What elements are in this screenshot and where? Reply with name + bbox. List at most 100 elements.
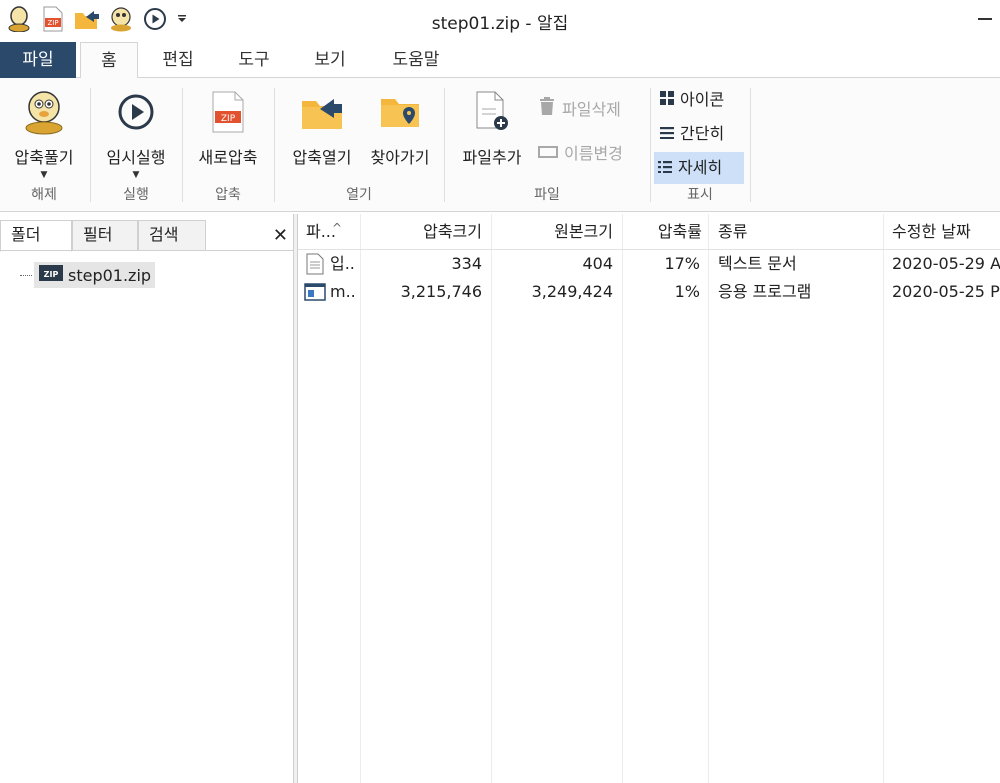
view-simple-label: 간단히 (680, 124, 725, 143)
extract-mascot-icon (20, 88, 68, 136)
list-icon (660, 120, 674, 148)
open-zip-label: 압축열기 (292, 148, 352, 167)
panel-tabs: 폴더 필터 검색 ✕ (0, 220, 294, 252)
view-detail-button[interactable]: 자세히 (654, 152, 744, 184)
group-label-compress: 압축 (215, 187, 241, 203)
extract-label: 압축풀기 (14, 148, 74, 167)
title-bar: ZIP step01.zip - 알집 (0, 0, 1000, 38)
chevron-down-icon: ▼ (132, 170, 140, 180)
compression-ratio: 17% (664, 254, 700, 273)
view-icons-button[interactable]: 아이콘 (656, 86, 728, 114)
goto-label: 찾아가기 (370, 148, 430, 167)
add-file-button[interactable]: 파일추가 (454, 88, 530, 168)
file-type: 응용 프로그램 (718, 282, 812, 301)
folder-location-icon (376, 88, 424, 136)
application-icon (304, 278, 328, 306)
close-icon[interactable]: ✕ (273, 225, 288, 246)
original-size: 3,249,424 (531, 282, 613, 301)
rename-icon (538, 140, 558, 168)
packed-size: 334 (451, 254, 482, 273)
temp-run-button[interactable]: 임시실행 ▼ (98, 88, 174, 180)
original-size: 404 (582, 254, 613, 273)
ribbon-tabs: 파일 홈 편집 도구 보기 도움말 (0, 42, 1000, 79)
file-name: m.. (330, 282, 356, 301)
trash-icon (538, 96, 556, 125)
group-label-run: 실행 (123, 187, 149, 203)
column-header-name[interactable]: ^ 파... (306, 214, 358, 250)
folder-panel: 폴더 필터 검색 ✕ ZIP step01.zip (0, 214, 294, 783)
window-title: step01.zip - 알집 (431, 14, 569, 34)
view-icons-label: 아이콘 (680, 90, 725, 109)
zip-file-icon: ZIP (204, 88, 252, 136)
delete-file-button[interactable]: 파일삭제 (534, 96, 625, 124)
column-header-type[interactable]: 종류 (718, 214, 878, 250)
tree-item-archive[interactable]: ZIP step01.zip (20, 262, 156, 288)
table-row[interactable]: m.. 3,215,746 3,249,424 1% 응용 프로그램 2020-… (298, 278, 1000, 306)
group-label-file: 파일 (534, 187, 560, 203)
extract-button[interactable]: 압축풀기 ▼ (6, 88, 82, 180)
column-header-row: ^ 파... 압축크기 원본크기 압축률 종류 수정한 날짜 (298, 214, 1000, 250)
group-label-extract: 해제 (31, 187, 57, 203)
file-type: 텍스트 문서 (718, 254, 797, 273)
group-compress: ZIP 새로압축 압축 (184, 78, 272, 208)
ribbon-divider (182, 88, 183, 202)
modified-date: 2020-05-25 P (892, 282, 1000, 301)
tree-item-label: step01.zip (68, 265, 152, 285)
tab-folder[interactable]: 폴더 (0, 220, 72, 252)
goto-button[interactable]: 찾아가기 (362, 88, 438, 168)
rename-label: 이름변경 (564, 144, 623, 163)
detail-list-icon (658, 154, 672, 182)
tab-view[interactable]: 보기 (298, 42, 362, 78)
group-view: 아이콘 간단히 자세히 표시 (652, 78, 748, 208)
tab-file[interactable]: 파일 (0, 42, 76, 78)
open-zip-button[interactable]: 압축열기 (284, 88, 360, 168)
group-label-open: 열기 (346, 187, 372, 203)
ribbon-divider (90, 88, 91, 202)
tree-item-selected[interactable]: ZIP step01.zip (34, 262, 156, 288)
column-header-original[interactable]: 원본크기 (493, 214, 613, 250)
sort-ascending-icon: ^ (332, 221, 343, 235)
group-extract: 압축풀기 ▼ 해제 (0, 78, 88, 208)
view-detail-label: 자세히 (678, 158, 723, 177)
column-header-ratio[interactable]: 압축률 (624, 214, 702, 250)
new-zip-button[interactable]: ZIP 새로압축 (190, 88, 266, 168)
tab-search[interactable]: 검색 (138, 220, 206, 251)
column-header-date[interactable]: 수정한 날짜 (892, 214, 1000, 250)
zip-archive-icon: ZIP (38, 263, 64, 287)
tab-tools[interactable]: 도구 (222, 42, 286, 78)
file-list: ^ 파... 압축크기 원본크기 압축률 종류 수정한 날짜 입.. 334 4… (298, 214, 1000, 783)
modified-date: 2020-05-29 A (892, 254, 1000, 273)
delete-file-label: 파일삭제 (562, 100, 621, 119)
minimize-button[interactable] (978, 10, 992, 24)
text-document-icon (306, 250, 326, 278)
ribbon-divider (750, 88, 751, 202)
group-run: 임시실행 ▼ 실행 (92, 78, 180, 208)
ribbon: 압축풀기 ▼ 해제 임시실행 ▼ 실행 ZIP 새로압축 압축 압축열기 찾아가… (0, 78, 1000, 212)
svg-text:ZIP: ZIP (221, 114, 236, 124)
group-file: 파일추가 파일삭제 이름변경 파일 (446, 78, 648, 208)
new-zip-label: 새로압축 (198, 148, 258, 167)
group-label-view: 표시 (687, 187, 713, 203)
column-header-packed[interactable]: 압축크기 (362, 214, 482, 250)
table-row[interactable]: 입.. 334 404 17% 텍스트 문서 2020-05-29 A (298, 250, 1000, 278)
rename-button[interactable]: 이름변경 (534, 140, 627, 168)
add-file-icon (468, 88, 516, 136)
compression-ratio: 1% (674, 282, 700, 301)
ribbon-divider (274, 88, 275, 202)
group-open: 압축열기 찾아가기 열기 (276, 78, 442, 208)
grid-icon (660, 86, 674, 114)
chevron-down-icon: ▼ (40, 170, 48, 180)
tab-home[interactable]: 홈 (80, 42, 138, 79)
svg-text:ZIP: ZIP (44, 270, 59, 279)
view-simple-button[interactable]: 간단히 (656, 120, 728, 148)
tab-help[interactable]: 도움말 (376, 42, 456, 78)
packed-size: 3,215,746 (400, 282, 482, 301)
play-icon (112, 88, 160, 136)
tab-edit[interactable]: 편집 (146, 42, 210, 78)
tab-filter[interactable]: 필터 (72, 220, 138, 251)
file-name: 입.. (330, 254, 355, 273)
ribbon-divider (650, 88, 651, 202)
folder-open-icon (298, 88, 346, 136)
panel-tab-divider (0, 250, 294, 251)
ribbon-divider (444, 88, 445, 202)
